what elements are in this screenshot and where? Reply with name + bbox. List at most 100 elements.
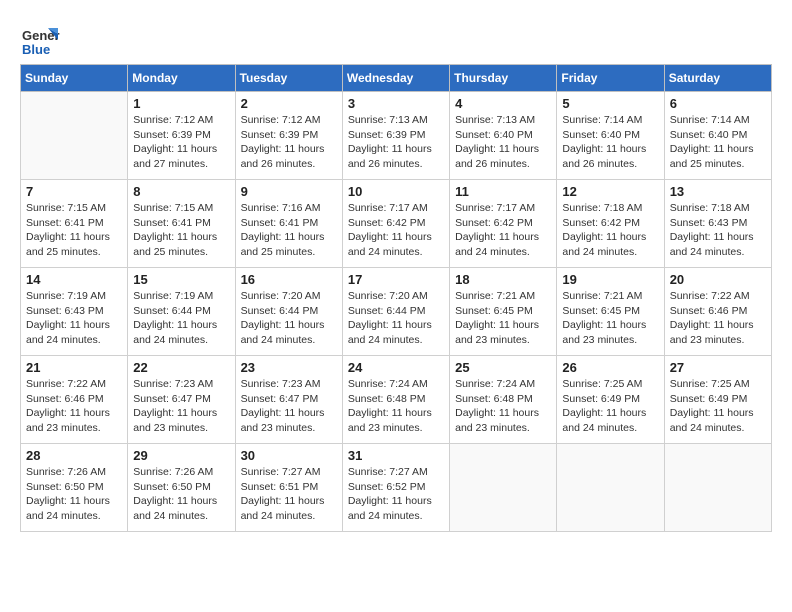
day-info: Sunrise: 7:20 AMSunset: 6:44 PMDaylight:… — [348, 289, 444, 348]
day-number: 25 — [455, 360, 551, 375]
calendar-cell: 18 Sunrise: 7:21 AMSunset: 6:45 PMDayligh… — [450, 268, 557, 356]
calendar-cell: 5 Sunrise: 7:14 AMSunset: 6:40 PMDaylight… — [557, 92, 664, 180]
calendar-cell: 15 Sunrise: 7:19 AMSunset: 6:44 PMDayligh… — [128, 268, 235, 356]
calendar-cell — [557, 444, 664, 532]
day-number: 16 — [241, 272, 337, 287]
day-number: 14 — [26, 272, 122, 287]
calendar-cell: 24 Sunrise: 7:24 AMSunset: 6:48 PMDayligh… — [342, 356, 449, 444]
calendar-cell: 6 Sunrise: 7:14 AMSunset: 6:40 PMDaylight… — [664, 92, 771, 180]
day-info: Sunrise: 7:14 AMSunset: 6:40 PMDaylight:… — [670, 113, 766, 172]
day-info: Sunrise: 7:16 AMSunset: 6:41 PMDaylight:… — [241, 201, 337, 260]
day-number: 22 — [133, 360, 229, 375]
day-number: 27 — [670, 360, 766, 375]
day-number: 19 — [562, 272, 658, 287]
calendar-cell: 19 Sunrise: 7:21 AMSunset: 6:45 PMDayligh… — [557, 268, 664, 356]
day-info: Sunrise: 7:23 AMSunset: 6:47 PMDaylight:… — [133, 377, 229, 436]
calendar-cell: 16 Sunrise: 7:20 AMSunset: 6:44 PMDayligh… — [235, 268, 342, 356]
day-number: 5 — [562, 96, 658, 111]
calendar-cell: 7Sunrise: 7:15 AMSunset: 6:41 PMDaylight… — [21, 180, 128, 268]
day-info: Sunrise: 7:19 AMSunset: 6:43 PMDaylight:… — [26, 289, 122, 348]
calendar-cell — [664, 444, 771, 532]
calendar-cell: 31 Sunrise: 7:27 AMSunset: 6:52 PMDayligh… — [342, 444, 449, 532]
page-header: General Blue — [20, 20, 772, 60]
day-number: 1 — [133, 96, 229, 111]
day-of-week-header: Thursday — [450, 65, 557, 92]
day-number: 6 — [670, 96, 766, 111]
calendar-cell: 11Sunrise: 7:17 AMSunset: 6:42 PMDayligh… — [450, 180, 557, 268]
day-number: 24 — [348, 360, 444, 375]
calendar-cell: 8Sunrise: 7:15 AMSunset: 6:41 PMDaylight… — [128, 180, 235, 268]
calendar-cell: 17Sunrise: 7:20 AMSunset: 6:44 PMDayligh… — [342, 268, 449, 356]
day-info: Sunrise: 7:24 AMSunset: 6:48 PMDaylight:… — [455, 377, 551, 436]
calendar-cell: 2 Sunrise: 7:12 AMSunset: 6:39 PMDaylight… — [235, 92, 342, 180]
day-of-week-header: Monday — [128, 65, 235, 92]
day-info: Sunrise: 7:12 AMSunset: 6:39 PMDaylight:… — [133, 113, 229, 172]
calendar-cell: 9 Sunrise: 7:16 AMSunset: 6:41 PMDaylight… — [235, 180, 342, 268]
day-info: Sunrise: 7:14 AMSunset: 6:40 PMDaylight:… — [562, 113, 658, 172]
day-info: Sunrise: 7:21 AMSunset: 6:45 PMDaylight:… — [455, 289, 551, 348]
svg-text:Blue: Blue — [22, 42, 50, 57]
calendar-cell: 12 Sunrise: 7:18 AMSunset: 6:42 PMDayligh… — [557, 180, 664, 268]
day-info: Sunrise: 7:18 AMSunset: 6:43 PMDaylight:… — [670, 201, 766, 260]
day-number: 31 — [348, 448, 444, 463]
day-info: Sunrise: 7:27 AMSunset: 6:51 PMDaylight:… — [241, 465, 337, 524]
calendar-cell: 14 Sunrise: 7:19 AMSunset: 6:43 PMDayligh… — [21, 268, 128, 356]
day-of-week-header: Friday — [557, 65, 664, 92]
day-info: Sunrise: 7:20 AMSunset: 6:44 PMDaylight:… — [241, 289, 337, 348]
day-number: 12 — [562, 184, 658, 199]
calendar-cell: 27Sunrise: 7:25 AMSunset: 6:49 PMDayligh… — [664, 356, 771, 444]
calendar-week-row: 14 Sunrise: 7:19 AMSunset: 6:43 PMDayligh… — [21, 268, 772, 356]
day-info: Sunrise: 7:26 AMSunset: 6:50 PMDaylight:… — [26, 465, 122, 524]
day-info: Sunrise: 7:23 AMSunset: 6:47 PMDaylight:… — [241, 377, 337, 436]
calendar-cell: 10 Sunrise: 7:17 AMSunset: 6:42 PMDayligh… — [342, 180, 449, 268]
day-number: 7 — [26, 184, 122, 199]
day-number: 4 — [455, 96, 551, 111]
calendar-header-row: SundayMondayTuesdayWednesdayThursdayFrid… — [21, 65, 772, 92]
calendar-cell: 30Sunrise: 7:27 AMSunset: 6:51 PMDayligh… — [235, 444, 342, 532]
day-number: 13 — [670, 184, 766, 199]
day-number: 2 — [241, 96, 337, 111]
calendar-week-row: 21 Sunrise: 7:22 AMSunset: 6:46 PMDayligh… — [21, 356, 772, 444]
calendar-cell: 4 Sunrise: 7:13 AMSunset: 6:40 PMDaylight… — [450, 92, 557, 180]
calendar-cell — [450, 444, 557, 532]
calendar-cell: 21 Sunrise: 7:22 AMSunset: 6:46 PMDayligh… — [21, 356, 128, 444]
calendar-cell: 13 Sunrise: 7:18 AMSunset: 6:43 PMDayligh… — [664, 180, 771, 268]
day-info: Sunrise: 7:18 AMSunset: 6:42 PMDaylight:… — [562, 201, 658, 260]
calendar-cell: 29 Sunrise: 7:26 AMSunset: 6:50 PMDayligh… — [128, 444, 235, 532]
day-info: Sunrise: 7:25 AMSunset: 6:49 PMDaylight:… — [562, 377, 658, 436]
day-number: 26 — [562, 360, 658, 375]
day-of-week-header: Sunday — [21, 65, 128, 92]
day-number: 9 — [241, 184, 337, 199]
day-info: Sunrise: 7:24 AMSunset: 6:48 PMDaylight:… — [348, 377, 444, 436]
calendar-week-row: 7Sunrise: 7:15 AMSunset: 6:41 PMDaylight… — [21, 180, 772, 268]
calendar-cell: 25 Sunrise: 7:24 AMSunset: 6:48 PMDayligh… — [450, 356, 557, 444]
day-number: 3 — [348, 96, 444, 111]
day-of-week-header: Wednesday — [342, 65, 449, 92]
calendar-table: SundayMondayTuesdayWednesdayThursdayFrid… — [20, 64, 772, 532]
day-info: Sunrise: 7:13 AMSunset: 6:39 PMDaylight:… — [348, 113, 444, 172]
day-info: Sunrise: 7:22 AMSunset: 6:46 PMDaylight:… — [26, 377, 122, 436]
day-info: Sunrise: 7:17 AMSunset: 6:42 PMDaylight:… — [348, 201, 444, 260]
calendar-cell — [21, 92, 128, 180]
day-number: 18 — [455, 272, 551, 287]
day-info: Sunrise: 7:13 AMSunset: 6:40 PMDaylight:… — [455, 113, 551, 172]
logo-icon: General Blue — [20, 20, 60, 60]
day-info: Sunrise: 7:27 AMSunset: 6:52 PMDaylight:… — [348, 465, 444, 524]
day-info: Sunrise: 7:19 AMSunset: 6:44 PMDaylight:… — [133, 289, 229, 348]
day-number: 23 — [241, 360, 337, 375]
day-of-week-header: Saturday — [664, 65, 771, 92]
logo: General Blue — [20, 20, 64, 60]
day-info: Sunrise: 7:22 AMSunset: 6:46 PMDaylight:… — [670, 289, 766, 348]
day-info: Sunrise: 7:21 AMSunset: 6:45 PMDaylight:… — [562, 289, 658, 348]
day-info: Sunrise: 7:17 AMSunset: 6:42 PMDaylight:… — [455, 201, 551, 260]
day-info: Sunrise: 7:26 AMSunset: 6:50 PMDaylight:… — [133, 465, 229, 524]
day-number: 29 — [133, 448, 229, 463]
day-info: Sunrise: 7:12 AMSunset: 6:39 PMDaylight:… — [241, 113, 337, 172]
calendar-cell: 22 Sunrise: 7:23 AMSunset: 6:47 PMDayligh… — [128, 356, 235, 444]
calendar-cell: 28Sunrise: 7:26 AMSunset: 6:50 PMDayligh… — [21, 444, 128, 532]
calendar-cell: 1 Sunrise: 7:12 AMSunset: 6:39 PMDaylight… — [128, 92, 235, 180]
day-number: 10 — [348, 184, 444, 199]
day-number: 21 — [26, 360, 122, 375]
day-number: 15 — [133, 272, 229, 287]
calendar-week-row: 28Sunrise: 7:26 AMSunset: 6:50 PMDayligh… — [21, 444, 772, 532]
